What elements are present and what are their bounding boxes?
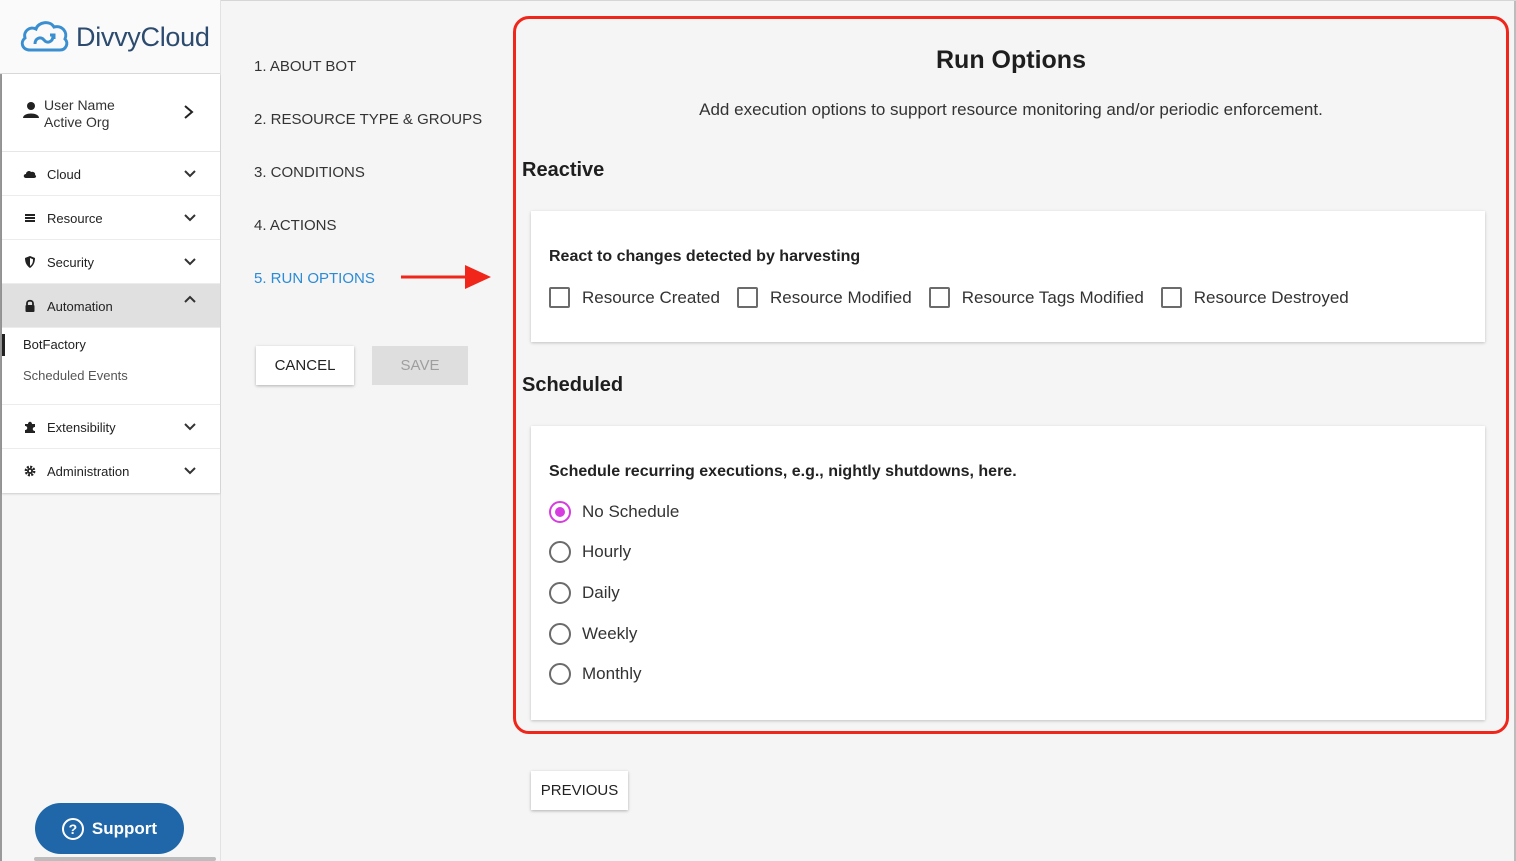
arrow-right-icon	[401, 265, 491, 289]
radio-weekly[interactable]: Weekly	[549, 623, 637, 645]
sidebar: DivvyCloud User Name Active Org Cloud Re…	[0, 0, 221, 861]
cloud-logo-icon	[20, 21, 69, 52]
radio-label: Monthly	[582, 664, 642, 683]
checkbox-resource-created[interactable]: Resource Created	[549, 287, 720, 308]
cloud-icon	[23, 170, 37, 178]
user-org: Active Org	[44, 114, 110, 130]
radio-label: No Schedule	[582, 502, 680, 521]
reactive-card-heading: React to changes detected by harvesting	[549, 248, 861, 265]
reactive-card: React to changes detected by harvesting …	[531, 211, 1485, 342]
sidebar-item-extensibility[interactable]: Extensibility	[2, 405, 220, 449]
save-button[interactable]: SAVE	[372, 346, 468, 385]
submenu-item-scheduled-events[interactable]: Scheduled Events	[2, 365, 220, 396]
chevron-right-icon	[184, 105, 194, 119]
radio-hourly[interactable]: Hourly	[549, 541, 631, 563]
step-about-bot[interactable]: 1. ABOUT BOT	[254, 57, 482, 110]
chevron-down-icon	[184, 258, 196, 266]
radio-button[interactable]	[549, 582, 571, 604]
sidebar-menu: User Name Active Org Cloud Resource Secu…	[2, 74, 220, 493]
radio-daily[interactable]: Daily	[549, 582, 620, 604]
sidebar-item-administration[interactable]: Administration	[2, 449, 220, 493]
radio-label: Daily	[582, 583, 620, 602]
page-subtitle: Add execution options to support resourc…	[699, 100, 1323, 119]
sidebar-item-label: Security	[47, 255, 94, 270]
main-content: 1. ABOUT BOT 2. RESOURCE TYPE & GROUPS 3…	[221, 0, 1516, 861]
radio-button[interactable]	[549, 541, 571, 563]
support-label: Support	[91, 818, 158, 838]
scheduled-card: Schedule recurring executions, e.g., nig…	[531, 426, 1485, 720]
checkbox-resource-tags-modified[interactable]: Resource Tags Modified	[928, 287, 1144, 308]
sidebar-item-label: Extensibility	[47, 420, 116, 435]
user-menu[interactable]: User Name Active Org	[2, 74, 220, 152]
radio-label: Hourly	[582, 542, 632, 561]
sidebar-item-label: Cloud	[47, 167, 81, 182]
app-logo[interactable]: DivvyCloud	[0, 0, 220, 74]
sidebar-scrollbar[interactable]	[34, 857, 216, 861]
step-resource-type-groups[interactable]: 2. RESOURCE TYPE & GROUPS	[254, 110, 482, 163]
chevron-down-icon	[184, 423, 196, 431]
sidebar-item-security[interactable]: Security	[2, 240, 220, 284]
help-icon: ?	[61, 817, 84, 840]
radio-no-schedule[interactable]: No Schedule	[549, 501, 679, 523]
chevron-down-icon	[184, 170, 196, 178]
checkbox-label: Resource Tags Modified	[961, 287, 1144, 307]
checkbox-resource-modified[interactable]: Resource Modified	[736, 287, 912, 308]
support-button[interactable]: ? Support	[35, 803, 184, 854]
gear-icon	[24, 465, 36, 477]
checkbox-resource-destroyed[interactable]: Resource Destroyed	[1160, 287, 1349, 308]
checkbox-label: Resource Modified	[769, 287, 912, 307]
sidebar-item-resource[interactable]: Resource	[2, 196, 220, 240]
radio-button[interactable]	[549, 501, 571, 523]
sidebar-item-label: Resource	[47, 211, 103, 226]
reactive-heading: Reactive	[522, 159, 605, 181]
step-actions[interactable]: 4. ACTIONS	[254, 216, 482, 269]
lock-icon	[25, 299, 35, 312]
checkbox-box[interactable]	[1160, 287, 1182, 308]
radio-button[interactable]	[549, 623, 571, 645]
checkbox-box[interactable]	[736, 287, 758, 308]
page-title: Run Options	[936, 46, 1086, 74]
scheduled-heading: Scheduled	[522, 374, 624, 396]
checkbox-label: Resource Created	[582, 287, 720, 307]
user-name: User Name	[44, 97, 115, 113]
chevron-down-icon	[184, 214, 196, 222]
sidebar-item-automation[interactable]: Automation	[2, 284, 220, 328]
sidebar-item-label: Administration	[47, 464, 130, 479]
previous-button[interactable]: PREVIOUS	[531, 771, 628, 810]
radio-button[interactable]	[549, 663, 571, 685]
checkbox-box[interactable]	[549, 287, 570, 308]
logo-text: DivvyCloud	[76, 22, 210, 52]
user-icon	[23, 102, 39, 118]
shield-icon	[25, 256, 35, 268]
step-conditions[interactable]: 3. CONDITIONS	[254, 163, 482, 216]
checkbox-box[interactable]	[928, 287, 950, 308]
chevron-up-icon	[184, 295, 196, 303]
sidebar-item-label: Automation	[47, 299, 113, 314]
puzzle-icon	[25, 421, 35, 433]
submenu-item-botfactory[interactable]: BotFactory	[2, 334, 220, 365]
chevron-down-icon	[184, 467, 196, 475]
cancel-button[interactable]: CANCEL	[256, 346, 354, 385]
radio-monthly[interactable]: Monthly	[549, 663, 642, 685]
checkbox-label: Resource Destroyed	[1193, 287, 1349, 307]
sidebar-item-cloud[interactable]: Cloud	[2, 152, 220, 196]
reactive-options: Resource Created Resource Modified Resou…	[549, 287, 1366, 308]
automation-submenu: BotFactory Scheduled Events	[2, 328, 220, 405]
list-icon	[25, 214, 35, 222]
radio-label: Weekly	[582, 624, 638, 643]
scheduled-card-heading: Schedule recurring executions, e.g., nig…	[549, 463, 1017, 480]
